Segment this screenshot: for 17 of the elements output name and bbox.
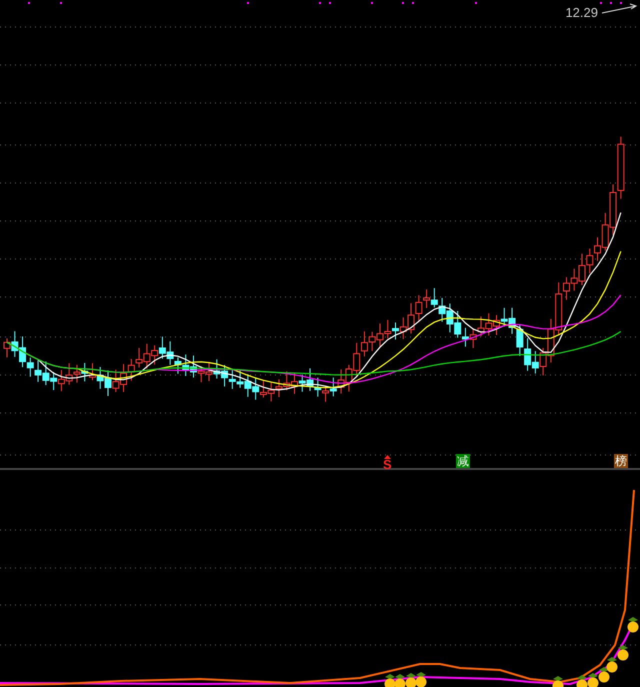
- fruit-icon: [598, 667, 610, 682]
- fruit-icon: [576, 675, 588, 687]
- fruit-icon: [588, 673, 598, 687]
- fruit-icon: [406, 673, 416, 687]
- fruit-icon: [552, 676, 564, 687]
- fruit-icon: [416, 672, 426, 687]
- fruit-icon: [384, 674, 396, 687]
- up-triangle-icon: [384, 455, 391, 459]
- fruit-icon: [606, 657, 618, 672]
- fruit-icon: [394, 674, 406, 687]
- arrow-icon: [602, 4, 638, 14]
- signal-badge: 减: [456, 454, 470, 468]
- sell-signal: S: [383, 459, 392, 471]
- price-label: 12.29: [565, 5, 598, 21]
- fruit-icon: [618, 645, 628, 660]
- signal-badge: 榜: [614, 454, 628, 468]
- fruit-icon: [628, 617, 638, 632]
